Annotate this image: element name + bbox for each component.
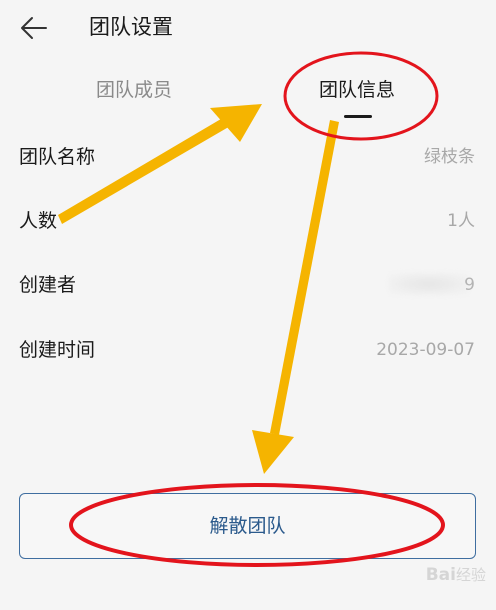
- info-row-created-time: 创建时间 2023-09-07: [0, 330, 496, 370]
- dissolve-team-label: 解散团队: [209, 515, 286, 537]
- arrow-left-icon: [21, 17, 47, 39]
- creator-value-blurred: [389, 273, 469, 295]
- creator-value-tail: 9: [464, 275, 475, 295]
- tab-team-members[interactable]: 团队成员: [96, 76, 172, 104]
- info-row-creator: 创建者 9: [0, 265, 496, 305]
- created-time-value: 2023-09-07: [376, 340, 475, 360]
- tab-team-info[interactable]: 团队信息: [319, 76, 395, 104]
- member-count-value: 1人: [447, 211, 475, 231]
- active-tab-indicator: [344, 115, 372, 118]
- creator-label: 创建者: [19, 274, 77, 296]
- member-count-label: 人数: [19, 210, 58, 232]
- page-title: 团队设置: [89, 15, 173, 39]
- team-name-value: 绿枝条: [424, 147, 475, 167]
- created-time-label: 创建时间: [19, 339, 96, 361]
- tab-bar: 团队成员 团队信息: [0, 70, 496, 120]
- back-button[interactable]: [14, 12, 54, 44]
- dissolve-team-button[interactable]: 解散团队: [19, 493, 476, 559]
- watermark-logo: Bai经验: [425, 565, 486, 585]
- info-row-team-name: 团队名称 绿枝条: [0, 137, 496, 177]
- team-name-label: 团队名称: [19, 146, 96, 168]
- header-bar: 团队设置: [0, 0, 496, 56]
- info-row-member-count: 人数 1人: [0, 201, 496, 241]
